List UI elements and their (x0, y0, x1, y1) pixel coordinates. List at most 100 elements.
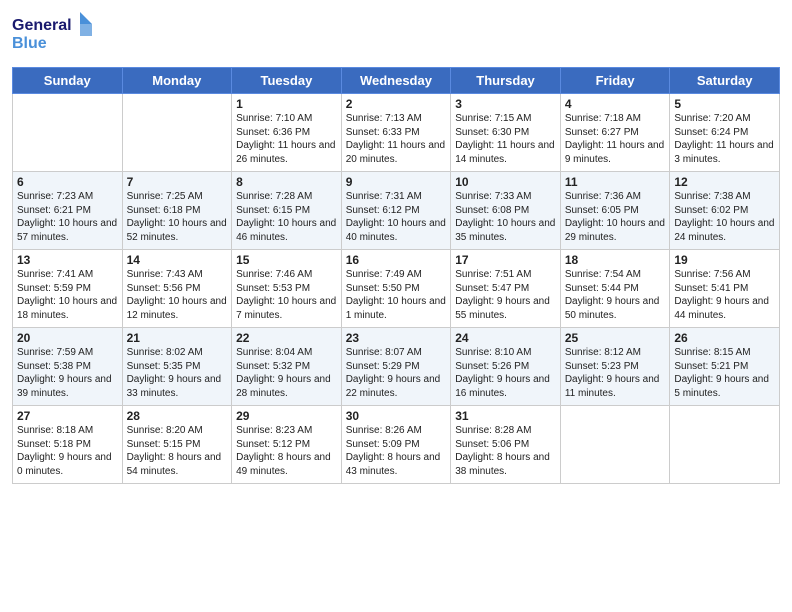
calendar-cell (670, 406, 780, 484)
calendar-week-row: 13 Sunrise: 7:41 AMSunset: 5:59 PMDayligh… (13, 250, 780, 328)
calendar-cell: 11 Sunrise: 7:36 AMSunset: 6:05 PMDayligh… (560, 172, 670, 250)
day-info: Sunrise: 7:56 AMSunset: 5:41 PMDaylight:… (674, 269, 769, 321)
calendar-cell: 27 Sunrise: 8:18 AMSunset: 5:18 PMDayligh… (13, 406, 123, 484)
day-number: 17 (455, 253, 556, 267)
day-info: Sunrise: 7:51 AMSunset: 5:47 PMDaylight:… (455, 269, 550, 321)
day-header-thursday: Thursday (451, 68, 561, 94)
day-number: 10 (455, 175, 556, 189)
day-number: 4 (565, 97, 666, 111)
calendar-cell: 23 Sunrise: 8:07 AMSunset: 5:29 PMDayligh… (341, 328, 451, 406)
calendar-cell: 25 Sunrise: 8:12 AMSunset: 5:23 PMDayligh… (560, 328, 670, 406)
day-number: 20 (17, 331, 118, 345)
day-number: 5 (674, 97, 775, 111)
svg-text:General: General (12, 17, 72, 34)
day-number: 3 (455, 97, 556, 111)
day-info: Sunrise: 7:33 AMSunset: 6:08 PMDaylight:… (455, 191, 555, 243)
day-number: 6 (17, 175, 118, 189)
day-header-wednesday: Wednesday (341, 68, 451, 94)
calendar-cell: 18 Sunrise: 7:54 AMSunset: 5:44 PMDayligh… (560, 250, 670, 328)
day-info: Sunrise: 8:23 AMSunset: 5:12 PMDaylight:… (236, 425, 331, 477)
day-info: Sunrise: 7:38 AMSunset: 6:02 PMDaylight:… (674, 191, 774, 243)
day-info: Sunrise: 8:15 AMSunset: 5:21 PMDaylight:… (674, 347, 769, 399)
day-info: Sunrise: 8:18 AMSunset: 5:18 PMDaylight:… (17, 425, 112, 477)
calendar-cell: 13 Sunrise: 7:41 AMSunset: 5:59 PMDayligh… (13, 250, 123, 328)
day-number: 9 (346, 175, 447, 189)
day-number: 26 (674, 331, 775, 345)
day-info: Sunrise: 8:07 AMSunset: 5:29 PMDaylight:… (346, 347, 441, 399)
calendar-week-row: 27 Sunrise: 8:18 AMSunset: 5:18 PMDayligh… (13, 406, 780, 484)
day-number: 27 (17, 409, 118, 423)
day-info: Sunrise: 7:41 AMSunset: 5:59 PMDaylight:… (17, 269, 117, 321)
day-info: Sunrise: 7:13 AMSunset: 6:33 PMDaylight:… (346, 113, 445, 165)
day-info: Sunrise: 7:28 AMSunset: 6:15 PMDaylight:… (236, 191, 336, 243)
calendar-cell: 6Sunrise: 7:23 AMSunset: 6:21 PMDaylight… (13, 172, 123, 250)
calendar-cell: 9 Sunrise: 7:31 AMSunset: 6:12 PMDaylight… (341, 172, 451, 250)
day-number: 31 (455, 409, 556, 423)
day-info: Sunrise: 7:10 AMSunset: 6:36 PMDaylight:… (236, 113, 335, 165)
day-number: 22 (236, 331, 337, 345)
day-number: 28 (127, 409, 228, 423)
calendar-cell: 20 Sunrise: 7:59 AMSunset: 5:38 PMDayligh… (13, 328, 123, 406)
calendar-cell (13, 94, 123, 172)
day-info: Sunrise: 8:10 AMSunset: 5:26 PMDaylight:… (455, 347, 550, 399)
calendar-cell: 21 Sunrise: 8:02 AMSunset: 5:35 PMDayligh… (122, 328, 232, 406)
day-info: Sunrise: 8:12 AMSunset: 5:23 PMDaylight:… (565, 347, 660, 399)
day-info: Sunrise: 8:28 AMSunset: 5:06 PMDaylight:… (455, 425, 550, 477)
day-info: Sunrise: 8:04 AMSunset: 5:32 PMDaylight:… (236, 347, 331, 399)
day-info: Sunrise: 7:20 AMSunset: 6:24 PMDaylight:… (674, 113, 773, 165)
day-info: Sunrise: 7:31 AMSunset: 6:12 PMDaylight:… (346, 191, 446, 243)
calendar-cell: 22 Sunrise: 8:04 AMSunset: 5:32 PMDayligh… (232, 328, 342, 406)
calendar-header-row: SundayMondayTuesdayWednesdayThursdayFrid… (13, 68, 780, 94)
day-number: 23 (346, 331, 447, 345)
calendar-cell: 4 Sunrise: 7:18 AMSunset: 6:27 PMDaylight… (560, 94, 670, 172)
day-number: 14 (127, 253, 228, 267)
calendar-cell: 12 Sunrise: 7:38 AMSunset: 6:02 PMDayligh… (670, 172, 780, 250)
day-number: 8 (236, 175, 337, 189)
day-header-monday: Monday (122, 68, 232, 94)
calendar-cell: 14 Sunrise: 7:43 AMSunset: 5:56 PMDayligh… (122, 250, 232, 328)
day-number: 16 (346, 253, 447, 267)
calendar-cell: 29 Sunrise: 8:23 AMSunset: 5:12 PMDayligh… (232, 406, 342, 484)
day-number: 30 (346, 409, 447, 423)
calendar-cell: 17 Sunrise: 7:51 AMSunset: 5:47 PMDayligh… (451, 250, 561, 328)
calendar-cell: 1 Sunrise: 7:10 AMSunset: 6:36 PMDaylight… (232, 94, 342, 172)
page-header: General Blue (12, 10, 780, 59)
day-number: 25 (565, 331, 666, 345)
day-number: 29 (236, 409, 337, 423)
calendar-cell: 28 Sunrise: 8:20 AMSunset: 5:15 PMDayligh… (122, 406, 232, 484)
calendar-cell: 16Sunrise: 7:49 AMSunset: 5:50 PMDayligh… (341, 250, 451, 328)
calendar-cell: 19 Sunrise: 7:56 AMSunset: 5:41 PMDayligh… (670, 250, 780, 328)
day-info: Sunrise: 8:02 AMSunset: 5:35 PMDaylight:… (127, 347, 222, 399)
calendar-cell: 3 Sunrise: 7:15 AMSunset: 6:30 PMDaylight… (451, 94, 561, 172)
calendar-cell: 2 Sunrise: 7:13 AMSunset: 6:33 PMDaylight… (341, 94, 451, 172)
day-number: 15 (236, 253, 337, 267)
day-header-friday: Friday (560, 68, 670, 94)
calendar-cell: 8 Sunrise: 7:28 AMSunset: 6:15 PMDaylight… (232, 172, 342, 250)
day-info: Sunrise: 7:18 AMSunset: 6:27 PMDaylight:… (565, 113, 664, 165)
day-info: Sunrise: 7:36 AMSunset: 6:05 PMDaylight:… (565, 191, 665, 243)
day-number: 11 (565, 175, 666, 189)
day-number: 13 (17, 253, 118, 267)
day-info: Sunrise: 7:43 AMSunset: 5:56 PMDaylight:… (127, 269, 227, 321)
day-header-sunday: Sunday (13, 68, 123, 94)
day-info: Sunrise: 7:15 AMSunset: 6:30 PMDaylight:… (455, 113, 554, 165)
day-header-saturday: Saturday (670, 68, 780, 94)
logo-text: General Blue (12, 10, 102, 59)
day-number: 7 (127, 175, 228, 189)
day-info: Sunrise: 7:25 AMSunset: 6:18 PMDaylight:… (127, 191, 227, 243)
day-number: 2 (346, 97, 447, 111)
day-info: Sunrise: 7:54 AMSunset: 5:44 PMDaylight:… (565, 269, 660, 321)
day-number: 18 (565, 253, 666, 267)
day-number: 21 (127, 331, 228, 345)
day-number: 1 (236, 97, 337, 111)
day-number: 12 (674, 175, 775, 189)
calendar-week-row: 6Sunrise: 7:23 AMSunset: 6:21 PMDaylight… (13, 172, 780, 250)
day-info: Sunrise: 7:59 AMSunset: 5:38 PMDaylight:… (17, 347, 112, 399)
day-number: 19 (674, 253, 775, 267)
logo: General Blue (12, 10, 102, 59)
calendar-cell: 31 Sunrise: 8:28 AMSunset: 5:06 PMDayligh… (451, 406, 561, 484)
calendar-cell: 26 Sunrise: 8:15 AMSunset: 5:21 PMDayligh… (670, 328, 780, 406)
day-info: Sunrise: 8:20 AMSunset: 5:15 PMDaylight:… (127, 425, 222, 477)
calendar-table: SundayMondayTuesdayWednesdayThursdayFrid… (12, 67, 780, 484)
calendar-cell: 10 Sunrise: 7:33 AMSunset: 6:08 PMDayligh… (451, 172, 561, 250)
